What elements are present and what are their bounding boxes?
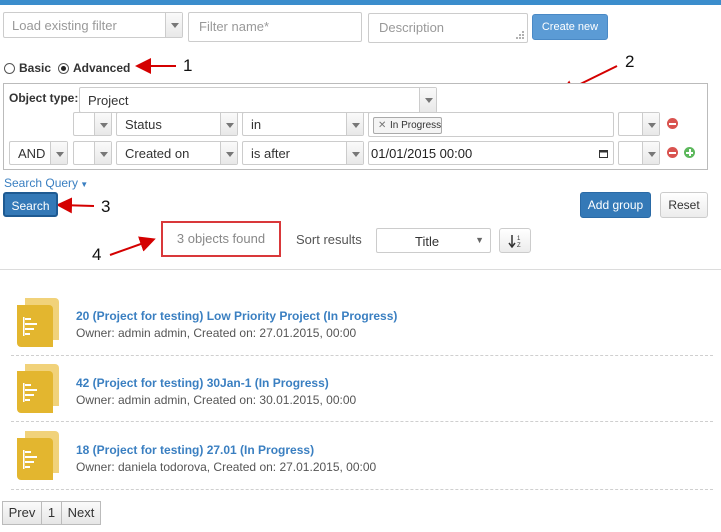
chevron-down-icon[interactable]	[94, 142, 111, 164]
row1-extra-select[interactable]	[618, 112, 660, 136]
result-title[interactable]: 18 (Project for testing) 27.01 (In Progr…	[76, 443, 314, 457]
result-title[interactable]: 20 (Project for testing) Low Priority Pr…	[76, 309, 397, 323]
in-progress-tag[interactable]: ✕ In Progress	[373, 117, 443, 134]
row2-date-value: 01/01/2015 00:00	[371, 146, 473, 161]
row1-field-value: Status	[125, 117, 162, 132]
row2-extra-select[interactable]	[618, 141, 660, 165]
results-divider	[0, 269, 721, 270]
result-meta: Owner: daniela todorova, Created on: 27.…	[76, 460, 377, 474]
search-query-link[interactable]: Search Query ▼	[4, 176, 88, 190]
chevron-down-icon[interactable]	[220, 142, 237, 164]
close-icon[interactable]: ✕	[378, 118, 386, 133]
chevron-down-icon[interactable]	[419, 88, 436, 112]
search-query-label: Search Query	[4, 176, 79, 190]
arrow-3	[56, 197, 95, 214]
row1-value-multiselect[interactable]: ✕ In Progress	[368, 112, 614, 137]
add-group-button[interactable]: Add group	[580, 192, 651, 218]
row2-group-select[interactable]	[73, 141, 112, 165]
annotation-2: 2	[625, 52, 635, 71]
row1-operator-value: in	[251, 117, 262, 132]
chevron-down-icon[interactable]	[346, 142, 363, 164]
reset-button[interactable]: Reset	[660, 192, 708, 218]
result-meta: Owner: admin admin, Created on: 30.01.20…	[76, 393, 357, 407]
row2-field-value: Created on	[125, 146, 190, 161]
arrow-4	[109, 236, 156, 256]
row2-date-input[interactable]: 01/01/2015 00:00	[368, 141, 614, 165]
chevron-down-icon[interactable]	[642, 113, 659, 135]
calendar-icon[interactable]	[599, 149, 608, 158]
row2-conjunction-select[interactable]: AND	[9, 141, 68, 165]
svg-text:1: 1	[517, 236, 521, 242]
annotation-4: 4	[92, 245, 102, 264]
chevron-down-icon[interactable]	[94, 113, 111, 135]
chevron-down-icon[interactable]	[220, 113, 237, 135]
reset-label: Reset	[668, 198, 700, 212]
row1-remove-icon[interactable]	[667, 118, 678, 129]
folder-icon	[15, 428, 61, 482]
object-type-value: Project	[88, 93, 129, 108]
sort-ascending-icon: 1 Z	[508, 235, 521, 248]
sort-select[interactable]: Title ▼	[376, 228, 491, 253]
result-divider	[11, 355, 713, 356]
prev-label: Prev	[8, 505, 36, 520]
object-type-label: Object type:	[9, 91, 79, 105]
result-title[interactable]: 42 (Project for testing) 30Jan-1 (In Pro…	[76, 376, 329, 390]
row1-operator-select[interactable]: in	[242, 112, 364, 136]
sort-value: Title	[415, 234, 440, 249]
chevron-down-icon[interactable]: ▼	[475, 235, 484, 245]
next-page-button[interactable]: Next	[61, 501, 101, 525]
object-type-select[interactable]: Project	[79, 87, 437, 113]
row1-field-select[interactable]: Status	[116, 112, 238, 136]
row2-remove-icon[interactable]	[667, 147, 678, 158]
svg-text:Z: Z	[517, 243, 521, 248]
results-count-text: 3 objects found	[176, 231, 266, 246]
chevron-down-icon[interactable]	[642, 142, 659, 164]
annotation-3: 3	[101, 197, 111, 216]
folder-icon	[15, 361, 61, 415]
row2-operator-select[interactable]: is after	[242, 141, 364, 165]
sort-results-label: Sort results	[296, 232, 362, 247]
search-button[interactable]: Search	[3, 192, 58, 217]
page-1-label: 1	[47, 505, 56, 520]
row2-operator-value: is after	[251, 146, 291, 161]
caret-down-icon: ▼	[78, 180, 89, 189]
row1-group-select[interactable]	[73, 112, 112, 136]
result-divider	[11, 421, 713, 422]
next-label: Next	[67, 505, 95, 520]
results-count: 3 objects found	[161, 221, 281, 257]
chevron-down-icon[interactable]	[346, 113, 363, 135]
chevron-down-icon[interactable]	[50, 142, 67, 164]
in-progress-tag-label: In Progress	[390, 120, 442, 131]
sort-direction-button[interactable]: 1 Z	[499, 228, 531, 253]
add-group-label: Add group	[587, 198, 644, 212]
row2-add-icon[interactable]	[684, 147, 695, 158]
row2-conjunction-value: AND	[18, 146, 46, 161]
row2-field-select[interactable]: Created on	[116, 141, 238, 165]
result-meta: Owner: admin admin, Created on: 27.01.20…	[76, 326, 357, 340]
result-divider	[11, 489, 713, 490]
annotation-1: 1	[183, 56, 193, 75]
prev-page-button[interactable]: Prev	[2, 501, 42, 525]
page-1-button[interactable]: 1	[41, 501, 62, 525]
folder-icon	[15, 295, 61, 349]
search-button-label: Search	[11, 199, 50, 213]
